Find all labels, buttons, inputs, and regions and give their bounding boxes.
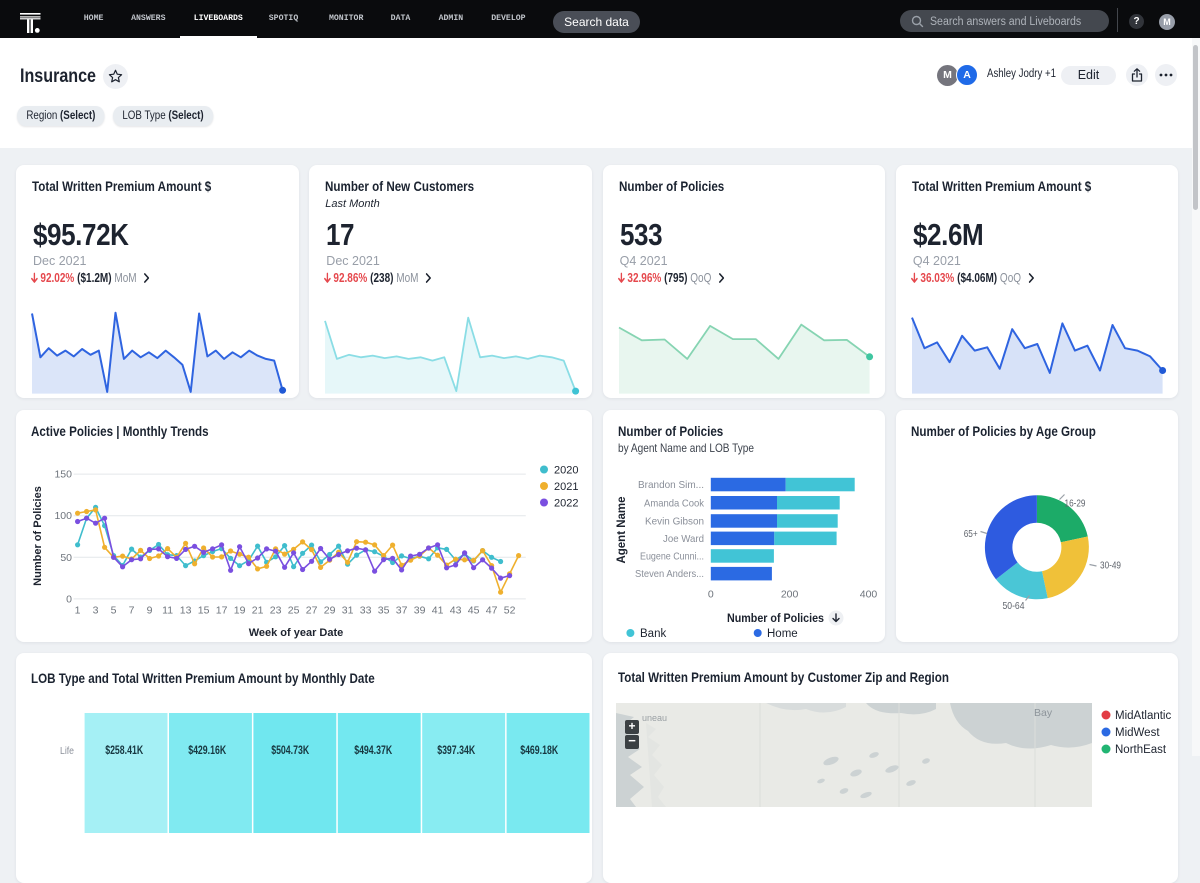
svg-text:19: 19 — [234, 604, 246, 616]
svg-text:7: 7 — [129, 604, 135, 616]
svg-text:39: 39 — [414, 604, 426, 616]
svg-text:1: 1 — [75, 604, 81, 616]
svg-text:Number of Policies: Number of Policies — [727, 613, 824, 625]
svg-text:17: 17 — [216, 604, 228, 616]
svg-text:$504.73K: $504.73K — [271, 745, 310, 757]
svg-text:35: 35 — [378, 604, 390, 616]
svg-text:52: 52 — [504, 604, 516, 616]
svg-text:2021: 2021 — [554, 481, 578, 493]
svg-text:$258.41K: $258.41K — [105, 745, 144, 757]
svg-text:13: 13 — [180, 604, 192, 616]
svg-text:Steven Anders...: Steven Anders... — [635, 568, 704, 580]
svg-text:Joe Ward: Joe Ward — [663, 532, 704, 544]
svg-text:16-29: 16-29 — [1064, 497, 1085, 509]
svg-text:Bank: Bank — [640, 628, 666, 640]
svg-text:9: 9 — [147, 604, 153, 616]
svg-text:41: 41 — [432, 604, 444, 616]
svg-text:$494.37K: $494.37K — [354, 745, 393, 757]
svg-text:Agent Name: Agent Name — [616, 496, 628, 563]
svg-text:100: 100 — [54, 510, 72, 522]
svg-text:uneau: uneau — [642, 713, 667, 723]
svg-text:Bay: Bay — [1034, 707, 1053, 719]
svg-text:3: 3 — [93, 604, 99, 616]
svg-text:150: 150 — [54, 468, 72, 480]
svg-text:$429.16K: $429.16K — [188, 745, 227, 757]
svg-text:50: 50 — [60, 551, 72, 563]
svg-text:$397.34K: $397.34K — [437, 745, 476, 757]
svg-text:MidAtlantic: MidAtlantic — [1115, 710, 1171, 722]
svg-text:400: 400 — [859, 588, 877, 600]
svg-text:47: 47 — [486, 604, 498, 616]
svg-text:0: 0 — [707, 588, 713, 600]
svg-text:29: 29 — [324, 604, 336, 616]
svg-text:11: 11 — [162, 604, 173, 616]
svg-text:30-49: 30-49 — [1100, 559, 1121, 571]
svg-text:37: 37 — [396, 604, 408, 616]
svg-text:2020: 2020 — [554, 464, 578, 476]
svg-text:$469.18K: $469.18K — [520, 745, 559, 757]
svg-text:23: 23 — [270, 604, 282, 616]
svg-text:31: 31 — [342, 604, 354, 616]
svg-text:5: 5 — [111, 604, 117, 616]
svg-text:45: 45 — [468, 604, 480, 616]
svg-text:15: 15 — [198, 604, 210, 616]
svg-text:Eugene Cunni...: Eugene Cunni... — [640, 550, 704, 562]
svg-text:50-64: 50-64 — [1002, 600, 1024, 612]
svg-text:Home: Home — [767, 628, 798, 640]
svg-text:43: 43 — [450, 604, 462, 616]
svg-text:33: 33 — [360, 604, 372, 616]
svg-text:NorthEast: NorthEast — [1115, 744, 1167, 756]
svg-text:Week of year Date: Week of year Date — [249, 627, 344, 639]
svg-text:Kevin Gibson: Kevin Gibson — [645, 515, 704, 527]
svg-text:200: 200 — [780, 588, 798, 600]
svg-text:65+: 65+ — [964, 528, 978, 540]
svg-text:25: 25 — [288, 604, 300, 616]
svg-text:Number of Policies: Number of Policies — [32, 486, 44, 586]
svg-text:0: 0 — [66, 593, 72, 605]
svg-text:Life: Life — [60, 745, 74, 757]
svg-text:Amanda Cook: Amanda Cook — [644, 497, 705, 509]
svg-text:MidWest: MidWest — [1115, 727, 1160, 739]
svg-text:27: 27 — [306, 604, 318, 616]
svg-text:21: 21 — [252, 604, 264, 616]
svg-text:2022: 2022 — [554, 497, 578, 509]
svg-text:Brandon Sim...: Brandon Sim... — [638, 479, 704, 491]
